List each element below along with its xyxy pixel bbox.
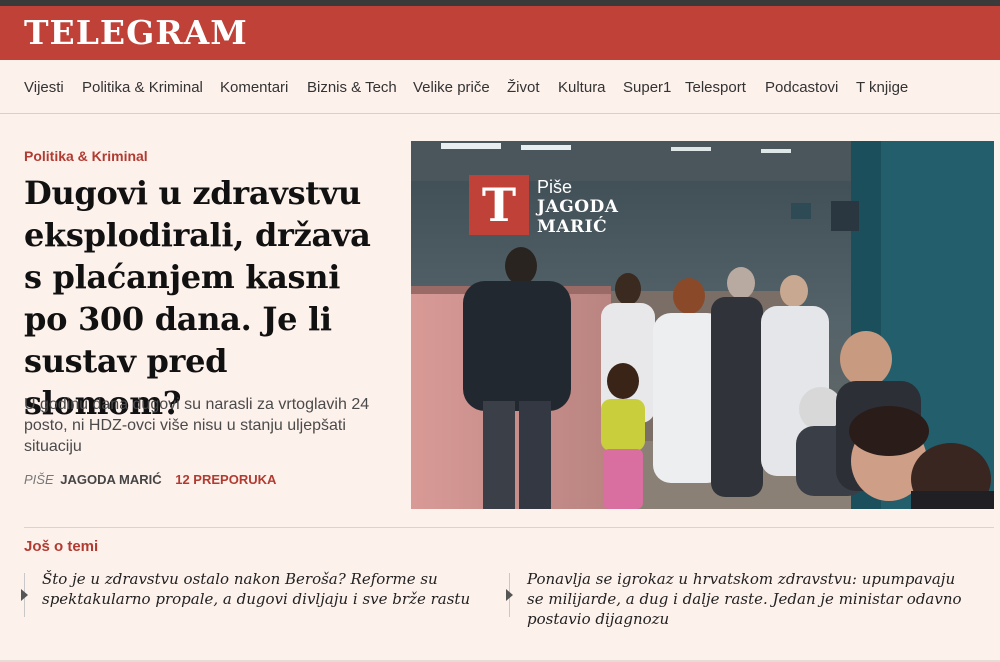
badge-line-maric: MARIĆ (537, 217, 608, 237)
section-divider (24, 527, 994, 528)
badge-line-jagoda: JAGODA (537, 197, 619, 217)
telegram-t-logo: T (469, 175, 529, 235)
related-article-2-title[interactable]: Ponavlja se igrokaz u hrvatskom zdravstv… (527, 570, 962, 628)
author-badge: T Piše JAGODA MARIĆ (469, 175, 619, 237)
related-article-1[interactable]: Što je u zdravstvu ostalo nakon Beroša? … (21, 569, 482, 617)
byline-label: PIŠE (24, 472, 54, 487)
article-meta: PIŠE JAGODA MARIĆ 12 PREPORUKA (24, 472, 276, 488)
play-arrow-icon (506, 589, 513, 601)
telegram-logo[interactable]: TELEGRAM (24, 15, 248, 51)
nav-item-zivot[interactable]: Život (507, 79, 540, 97)
nav-item-super1[interactable]: Super1 (623, 79, 671, 97)
main-nav: Vijesti Politika & Kriminal Komentari Bi… (0, 60, 1000, 114)
nav-item-biznis-tech[interactable]: Biznis & Tech (307, 79, 397, 97)
recommendations-count[interactable]: 12 PREPORUKA (175, 472, 276, 487)
author-link[interactable]: JAGODA MARIĆ (60, 472, 161, 487)
related-section-title: Još o temi (24, 538, 99, 555)
related-article-2[interactable]: Ponavlja se igrokaz u hrvatskom zdravstv… (506, 569, 967, 629)
nav-item-podcastovi[interactable]: Podcastovi (765, 79, 838, 97)
article-category[interactable]: Politika & Kriminal (24, 148, 148, 164)
article-lead: U godinu dana dugovi su narasli za vrtog… (24, 396, 370, 455)
related-article-1-title[interactable]: Što je u zdravstvu ostalo nakon Beroša? … (42, 570, 470, 608)
nav-item-vijesti[interactable]: Vijesti (24, 79, 64, 97)
play-arrow-icon (21, 589, 28, 601)
nav-item-telesport[interactable]: Telesport (685, 79, 746, 97)
nav-item-komentari[interactable]: Komentari (220, 79, 288, 97)
nav-item-politika-kriminal[interactable]: Politika & Kriminal (82, 79, 203, 97)
nav-item-kultura[interactable]: Kultura (558, 79, 606, 97)
site-header: TELEGRAM (0, 6, 1000, 60)
badge-text: Piše JAGODA MARIĆ (537, 177, 619, 237)
nav-item-velike-price[interactable]: Velike priče (413, 79, 490, 97)
nav-item-t-knjige[interactable]: T knjige (856, 79, 908, 97)
badge-line-pise: Piše (537, 177, 573, 197)
article-headline[interactable]: Dugovi u zdravstvu eksplodirali, država … (24, 172, 394, 424)
article-photo[interactable]: T Piše JAGODA MARIĆ (411, 141, 994, 509)
